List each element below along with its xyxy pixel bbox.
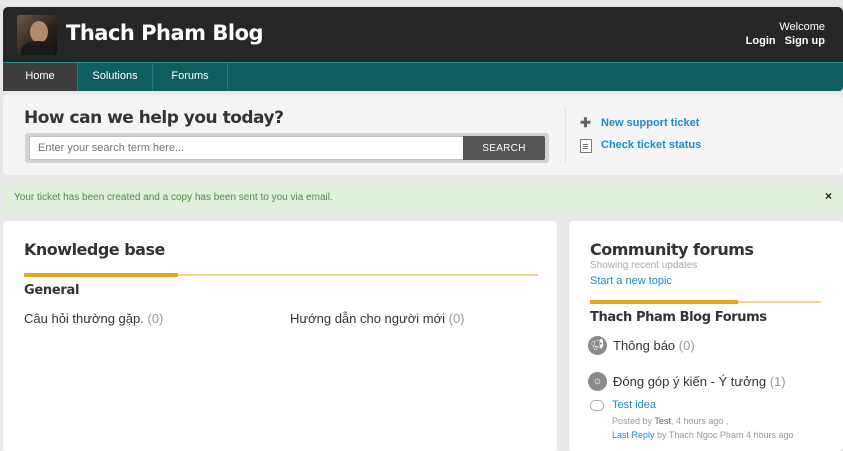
tab-solutions[interactable]: Solutions — [78, 63, 153, 91]
help-search-panel: How can we help you today? SEARCH ✚ New … — [3, 95, 843, 175]
tab-home[interactable]: Home — [3, 63, 78, 91]
welcome-text: Welcome — [779, 21, 825, 33]
last-reply-link[interactable]: Last Reply — [612, 430, 655, 440]
lightbulb-icon: ☼ — [588, 372, 607, 391]
forums-group-title[interactable]: Thach Pham Blog Forums — [590, 310, 767, 325]
signup-link[interactable]: Sign up — [785, 35, 825, 47]
site-logo-avatar[interactable] — [17, 15, 57, 55]
search-input[interactable] — [29, 136, 471, 160]
flash-message: Your ticket has been created and a copy … — [3, 183, 843, 212]
topic-last-reply-meta: Last Reply by Thach Ngoc Pham 4 hours ag… — [612, 430, 794, 440]
knowledge-base-title[interactable]: Knowledge base — [24, 240, 165, 259]
tab-forums[interactable]: Forums — [153, 63, 228, 91]
section-rule — [24, 273, 538, 277]
community-forums-panel: Community forums Showing recent updates … — [569, 221, 843, 451]
topic-posted-meta: Posted by Test, 4 hours ago , — [612, 416, 729, 426]
megaphone-icon: 📢︎ — [588, 336, 607, 355]
knowledge-base-panel: Knowledge base General Câu hỏi thường gặ… — [3, 221, 557, 451]
start-new-topic-link[interactable]: Start a new topic — [590, 275, 672, 287]
user-welcome: Welcome Login Sign up — [740, 21, 825, 47]
kb-section-general[interactable]: General — [24, 283, 79, 298]
section-rule — [590, 300, 821, 304]
chat-bubble-icon — [590, 400, 604, 411]
kb-category[interactable]: Câu hỏi thường gặp. (0) — [24, 311, 163, 326]
search-button[interactable]: SEARCH — [463, 136, 545, 160]
community-subtitle: Showing recent updates — [590, 260, 698, 271]
kb-category[interactable]: Hướng dẫn cho người mới (0) — [290, 311, 465, 326]
login-link[interactable]: Login — [746, 35, 776, 47]
plus-icon: ✚ — [580, 115, 591, 130]
document-icon — [579, 139, 592, 153]
topic-link[interactable]: Test idea — [612, 399, 656, 411]
site-title[interactable]: Thach Pham Blog — [66, 21, 264, 45]
flash-text: Your ticket has been created and a copy … — [14, 192, 333, 203]
close-icon[interactable]: × — [825, 189, 832, 203]
site-header: Thach Pham Blog Welcome Login Sign up — [3, 7, 843, 62]
community-forums-title[interactable]: Community forums — [590, 240, 754, 259]
search-box: SEARCH — [25, 133, 549, 163]
divider — [565, 107, 566, 163]
help-title: How can we help you today? — [24, 108, 284, 128]
main-nav: Home Solutions Forums — [3, 62, 843, 91]
